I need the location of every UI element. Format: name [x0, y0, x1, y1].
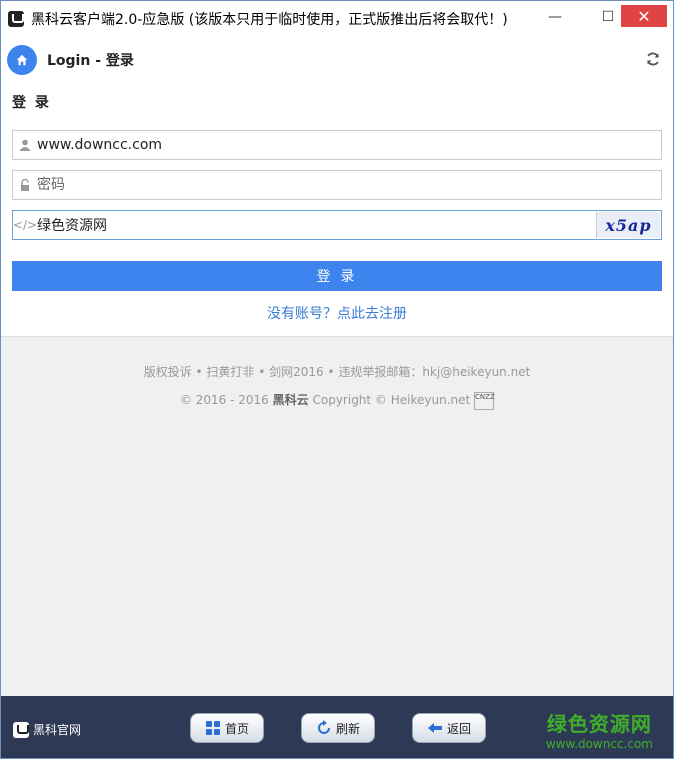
watermark-url: www.downcc.com: [545, 737, 653, 751]
app-logo-icon: [8, 11, 24, 27]
refresh-button[interactable]: 刷新: [301, 713, 375, 743]
username-field[interactable]: [12, 130, 662, 160]
code-icon: </>: [12, 218, 38, 232]
home-button[interactable]: 首页: [190, 713, 264, 743]
minimize-button[interactable]: —: [532, 1, 578, 33]
bottom-bar: 黑科官网 首页 刷新 返回 绿色资源网 www.downcc.com: [1, 696, 673, 758]
copyright-text: Copyright © Heikeyun.net: [312, 393, 471, 407]
app-window: 黑科云客户端2.0-应急版 (该版本只用于临时使用，正式版推出后将会取代！) —…: [0, 0, 674, 759]
section-title: 登 录: [12, 95, 51, 111]
password-field[interactable]: [12, 170, 662, 200]
register-link[interactable]: 没有账号？点此去注册: [1, 303, 673, 323]
captcha-field[interactable]: </> x5ap: [12, 210, 662, 240]
home-icon[interactable]: [7, 45, 37, 75]
footer-links: 版权投诉 • 扫黄打非 • 剑网2016 • 违规举报邮箱：hkj@heikey…: [143, 365, 531, 379]
home-label: 首页: [224, 721, 249, 736]
cnzz-badge[interactable]: CNZZ: [474, 391, 495, 410]
title-bar[interactable]: 黑科云客户端2.0-应急版 (该版本只用于临时使用，正式版推出后将会取代！) —…: [1, 1, 673, 37]
close-button[interactable]: ✕: [621, 5, 667, 27]
back-arrow-icon: [427, 723, 442, 733]
official-site-link[interactable]: 黑科官网: [13, 721, 81, 738]
page-header: Login - 登录: [7, 45, 134, 75]
page-title: Login - 登录: [47, 53, 134, 69]
login-card: Login - 登录 登 录 </> x5ap 登 录 没有: [1, 37, 673, 337]
lock-icon: [13, 179, 37, 191]
grid-icon: [205, 721, 220, 735]
captcha-input[interactable]: [37, 212, 597, 238]
refresh-icon[interactable]: [645, 51, 661, 67]
watermark: 绿色资源网 www.downcc.com: [546, 708, 653, 751]
copyright-years: © 2016 - 2016: [179, 393, 269, 407]
brand-label: 黑科官网: [33, 723, 82, 737]
window-title: 黑科云客户端2.0-应急版 (该版本只用于临时使用，正式版推出后将会取代！): [31, 12, 508, 28]
password-input[interactable]: [37, 172, 597, 198]
footer-copyright: © 2016 - 2016 黑科云 Copyright © Heikeyun.n…: [1, 391, 673, 410]
brand-logo-icon: [13, 721, 29, 738]
watermark-title: 绿色资源网: [546, 712, 652, 736]
reload-icon: [318, 720, 330, 734]
captcha-image[interactable]: x5ap: [596, 212, 660, 238]
user-icon: [13, 139, 37, 151]
login-button[interactable]: 登 录: [12, 261, 662, 291]
username-input[interactable]: [37, 132, 597, 158]
copyright-brand: 黑科云: [272, 393, 309, 407]
back-button[interactable]: 返回: [412, 713, 486, 743]
refresh-label: 刷新: [335, 721, 360, 736]
back-label: 返回: [446, 721, 471, 736]
